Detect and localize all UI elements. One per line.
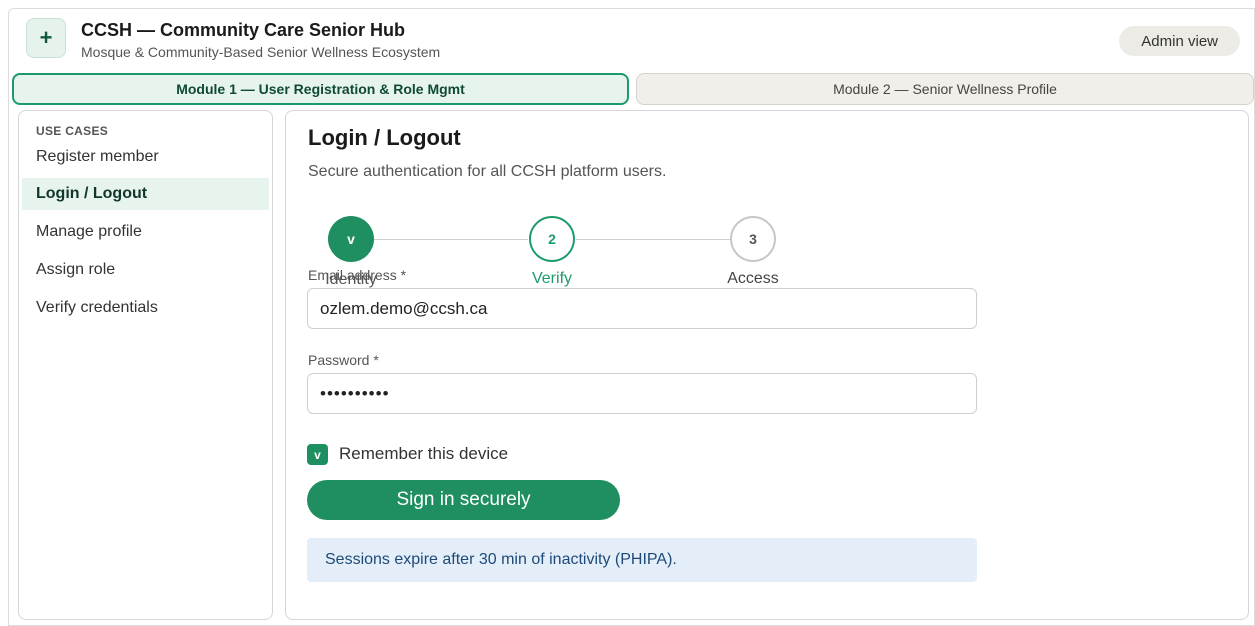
use-case-sidebar: USE CASES Register member Login / Logout… (18, 110, 273, 620)
password-label: Password * (308, 352, 379, 368)
app-title: CCSH — Community Care Senior Hub (81, 20, 406, 40)
app-subtitle: Mosque & Community-Based Senior Wellness… (81, 44, 441, 60)
admin-view-button[interactable]: Admin view (1119, 26, 1240, 56)
email-label: Email address * (308, 267, 407, 283)
stepper-connector (374, 239, 528, 240)
step-2-indicator: 2 (529, 216, 575, 262)
step-3-label: Access (727, 270, 779, 287)
remember-device-label[interactable]: Remember this device (339, 444, 508, 464)
page-title: Login / Logout (308, 125, 461, 150)
session-info-notice: Sessions expire after 30 min of inactivi… (307, 538, 977, 582)
password-field[interactable] (307, 373, 977, 414)
sidebar-heading: USE CASES (36, 124, 109, 138)
email-field[interactable] (307, 288, 977, 329)
sidebar-item-assign-role[interactable]: Assign role (22, 254, 269, 286)
page-description: Secure authentication for all CCSH platf… (308, 163, 667, 180)
step-2-label: Verify (531, 270, 573, 287)
plus-icon: + (26, 18, 66, 58)
sidebar-item-verify-credentials[interactable]: Verify credentials (22, 292, 269, 324)
step-1-check-icon: v (328, 216, 374, 262)
tab-module-2[interactable]: Module 2 — Senior Wellness Profile (636, 73, 1254, 105)
sidebar-item-login-logout[interactable]: Login / Logout (22, 178, 269, 210)
tab-module-1[interactable]: Module 1 — User Registration & Role Mgmt (12, 73, 629, 105)
remember-device-checkbox[interactable]: v (307, 444, 328, 465)
sidebar-item-register-member[interactable]: Register member (22, 141, 269, 173)
step-3-indicator: 3 (730, 216, 776, 262)
sign-in-button[interactable]: Sign in securely (307, 480, 620, 520)
app-header: + CCSH — Community Care Senior Hub Mosqu… (26, 18, 1246, 64)
stepper-connector (576, 239, 730, 240)
main-panel: Login / Logout Secure authentication for… (285, 110, 1249, 620)
sidebar-item-manage-profile[interactable]: Manage profile (22, 216, 269, 248)
